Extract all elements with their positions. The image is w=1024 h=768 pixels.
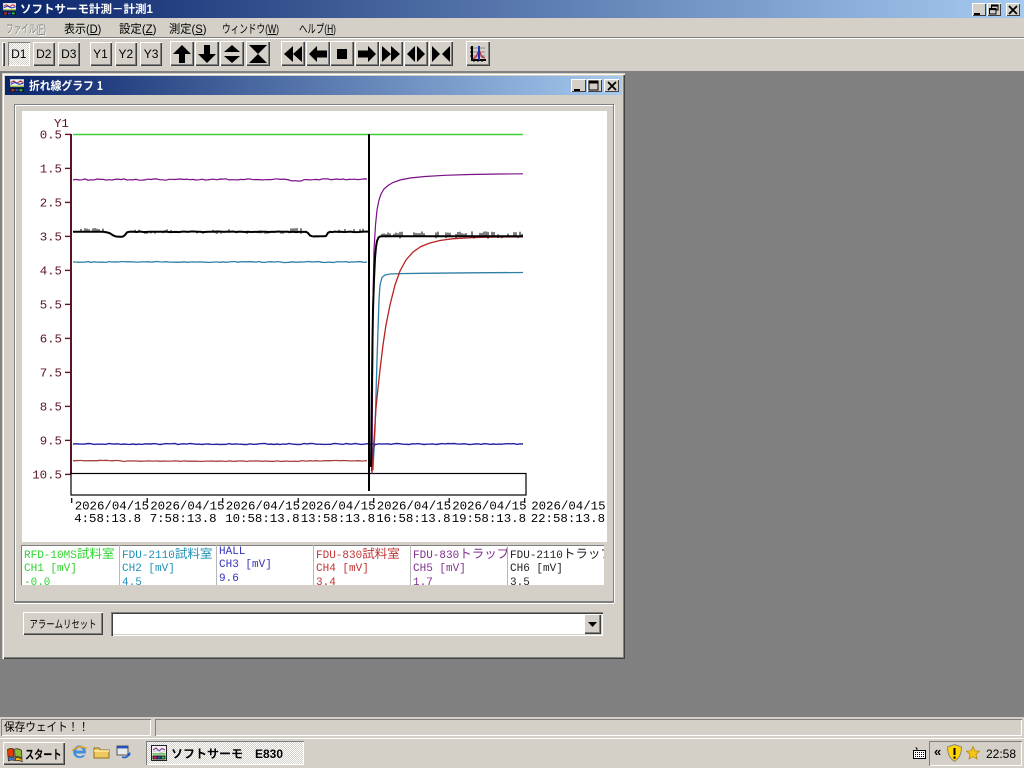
svg-text:10.5: 10.5 bbox=[32, 468, 62, 482]
svg-text:7:58:13.8: 7:58:13.8 bbox=[150, 512, 217, 526]
svg-text:19:58:13.8: 19:58:13.8 bbox=[452, 512, 526, 526]
svg-text:22:58:13.8: 22:58:13.8 bbox=[531, 512, 605, 526]
svg-text:10:58:13.8: 10:58:13.8 bbox=[225, 512, 299, 526]
svg-text:5.5: 5.5 bbox=[40, 298, 62, 312]
svg-text:4.5: 4.5 bbox=[40, 264, 62, 278]
svg-text:6.5: 6.5 bbox=[40, 332, 62, 346]
svg-text:8.5: 8.5 bbox=[40, 400, 62, 414]
svg-text:1.5: 1.5 bbox=[40, 162, 62, 176]
svg-text:13:58:13.8: 13:58:13.8 bbox=[301, 512, 375, 526]
svg-text:9.5: 9.5 bbox=[40, 434, 62, 448]
svg-text:16:58:13.8: 16:58:13.8 bbox=[376, 512, 450, 526]
svg-text:4:58:13.8: 4:58:13.8 bbox=[74, 512, 141, 526]
svg-text:3.5: 3.5 bbox=[40, 230, 62, 244]
svg-text:7.5: 7.5 bbox=[40, 366, 62, 380]
svg-text:2.5: 2.5 bbox=[40, 196, 62, 210]
svg-text:0.5: 0.5 bbox=[40, 128, 62, 142]
